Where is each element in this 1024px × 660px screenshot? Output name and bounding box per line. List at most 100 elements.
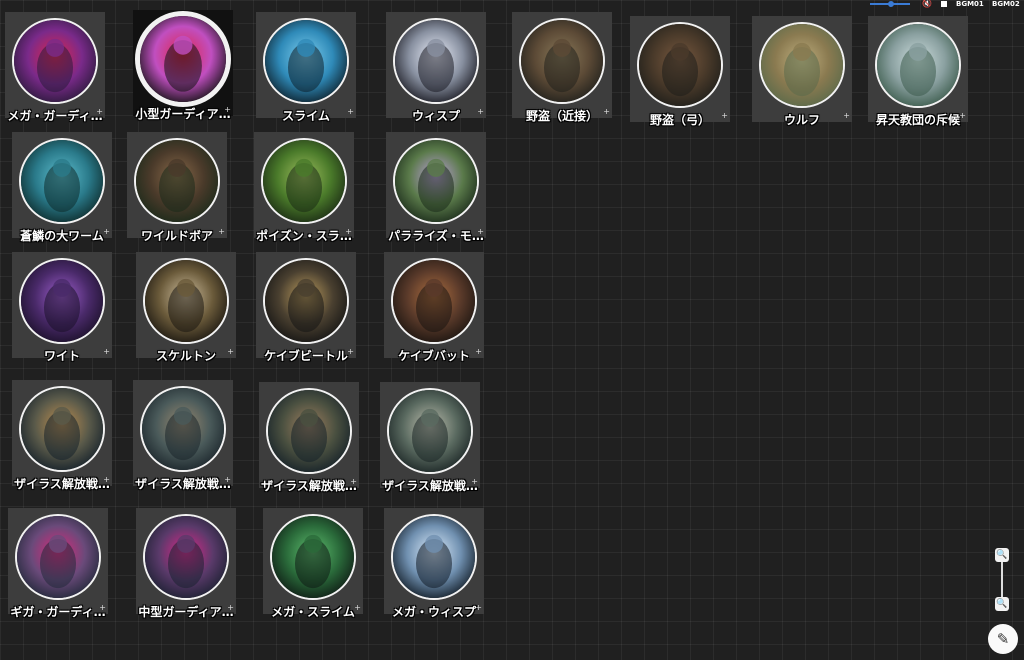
bgm-button-1[interactable]: BGM01 bbox=[956, 0, 984, 8]
token-label: ザイラス解放戦… bbox=[14, 477, 110, 491]
token-add-icon[interactable]: + bbox=[959, 112, 966, 120]
token-label: 野盗（弓） bbox=[649, 113, 710, 127]
token-label: メガ・ガーディ… bbox=[7, 109, 103, 123]
token-portrait bbox=[140, 386, 226, 472]
token-label: メガ・ウィスプ bbox=[391, 605, 476, 619]
token-label: 昇天教団の斥候 bbox=[875, 113, 960, 127]
token-label: ケイブバット bbox=[398, 349, 470, 363]
token-card[interactable]: メガ・ガーディ… + bbox=[5, 12, 105, 123]
token-add-icon[interactable]: + bbox=[721, 112, 728, 120]
token-portrait bbox=[15, 514, 101, 600]
volume-mute-icon[interactable]: 🔇 bbox=[922, 0, 932, 8]
bgm-button-2[interactable]: BGM02 bbox=[992, 0, 1020, 8]
token-card[interactable]: スライム + bbox=[256, 12, 356, 123]
token-card[interactable]: ケイブバット + bbox=[384, 252, 484, 363]
token-label: 野盗（近接） bbox=[525, 109, 598, 123]
token-portrait bbox=[270, 514, 356, 600]
token-card[interactable]: 蒼鱗の大ワーム + bbox=[12, 132, 112, 243]
zoom-slider[interactable] bbox=[1001, 562, 1003, 598]
pencil-icon: ✎ bbox=[996, 630, 1010, 648]
token-portrait bbox=[759, 22, 845, 108]
token-card[interactable]: 昇天教団の斥候 + bbox=[868, 16, 968, 127]
token-add-icon[interactable]: + bbox=[843, 112, 850, 120]
token-portrait bbox=[875, 22, 961, 108]
zoom-in-icon[interactable]: 🔍 bbox=[995, 548, 1009, 562]
token-card[interactable]: ザイラス解放戦… + bbox=[12, 380, 112, 491]
token-portrait bbox=[393, 18, 479, 104]
token-portrait bbox=[143, 258, 229, 344]
token-card[interactable]: スケルトン + bbox=[136, 252, 236, 363]
token-add-icon[interactable]: + bbox=[477, 228, 484, 236]
volume-knob[interactable] bbox=[888, 1, 894, 7]
token-label: ザイラス解放戦… bbox=[261, 479, 357, 493]
token-label: スケルトン bbox=[155, 349, 216, 363]
token-add-icon[interactable]: + bbox=[218, 228, 225, 236]
token-add-icon[interactable]: + bbox=[475, 604, 482, 612]
token-portrait bbox=[134, 138, 220, 224]
token-portrait bbox=[391, 514, 477, 600]
token-card[interactable]: ケイブビートル + bbox=[256, 252, 356, 363]
token-add-icon[interactable]: + bbox=[227, 604, 234, 612]
token-card[interactable]: ザイラス解放戦… + bbox=[380, 382, 480, 493]
token-card[interactable]: ギガ・ガーディ… + bbox=[8, 508, 108, 619]
token-add-icon[interactable]: + bbox=[471, 478, 478, 486]
zoom-out-icon[interactable]: 🔍 bbox=[995, 597, 1009, 611]
token-card[interactable]: ワイト + bbox=[12, 252, 112, 363]
token-portrait bbox=[19, 386, 105, 472]
token-add-icon[interactable]: + bbox=[227, 348, 234, 356]
token-label: ケイブビートル bbox=[264, 349, 348, 363]
token-portrait bbox=[263, 258, 349, 344]
token-label: 小型ガーディア… bbox=[135, 107, 231, 121]
token-portrait bbox=[19, 138, 105, 224]
stop-icon[interactable] bbox=[941, 1, 947, 7]
token-add-icon[interactable]: + bbox=[347, 108, 354, 116]
token-card[interactable]: 野盗（近接） + bbox=[512, 12, 612, 123]
token-add-icon[interactable]: + bbox=[475, 348, 482, 356]
token-label: パラライズ・モ… bbox=[388, 229, 484, 243]
token-portrait bbox=[266, 388, 352, 474]
token-card[interactable]: ウィスプ + bbox=[386, 12, 486, 123]
token-add-icon[interactable]: + bbox=[103, 228, 110, 236]
token-portrait bbox=[387, 388, 473, 474]
token-label: ポイズン・スラ… bbox=[256, 229, 352, 243]
token-portrait bbox=[391, 258, 477, 344]
token-add-icon[interactable]: + bbox=[603, 108, 610, 116]
token-add-icon[interactable]: + bbox=[99, 604, 106, 612]
token-card[interactable]: ザイラス解放戦… + bbox=[259, 382, 359, 493]
token-label: ギガ・ガーディ… bbox=[10, 605, 106, 619]
token-add-icon[interactable]: + bbox=[103, 476, 110, 484]
token-portrait bbox=[519, 18, 605, 104]
token-card[interactable]: ワイルドボア + bbox=[127, 132, 227, 243]
token-label: ワイルドボア bbox=[140, 229, 213, 243]
token-card[interactable]: 野盗（弓） + bbox=[630, 16, 730, 127]
token-portrait bbox=[263, 18, 349, 104]
token-add-icon[interactable]: + bbox=[103, 348, 110, 356]
token-label: スライム bbox=[282, 109, 330, 123]
token-card[interactable]: メガ・スライム + bbox=[263, 508, 363, 619]
token-portrait bbox=[19, 258, 105, 344]
token-label: ワイト bbox=[43, 349, 80, 363]
token-add-icon[interactable]: + bbox=[350, 478, 357, 486]
token-label: ウルフ bbox=[783, 113, 820, 127]
token-card[interactable]: パラライズ・モ… + bbox=[386, 132, 486, 243]
token-add-icon[interactable]: + bbox=[347, 348, 354, 356]
token-add-icon[interactable]: + bbox=[345, 228, 352, 236]
token-add-icon[interactable]: + bbox=[224, 476, 231, 484]
token-add-icon[interactable]: + bbox=[224, 106, 231, 114]
token-card[interactable]: ザイラス解放戦… + bbox=[133, 380, 233, 491]
token-portrait bbox=[135, 11, 231, 107]
token-add-icon[interactable]: + bbox=[96, 108, 103, 116]
token-label: 中型ガーディア… bbox=[138, 605, 234, 619]
token-add-icon[interactable]: + bbox=[477, 108, 484, 116]
token-label: ウィスプ bbox=[411, 109, 460, 123]
edit-button[interactable]: ✎ bbox=[988, 624, 1018, 654]
token-card[interactable]: メガ・ウィスプ + bbox=[384, 508, 484, 619]
token-add-icon[interactable]: + bbox=[354, 604, 361, 612]
token-card[interactable]: 小型ガーディア… + bbox=[133, 10, 233, 121]
token-card[interactable]: 中型ガーディア… + bbox=[136, 508, 236, 619]
token-portrait bbox=[261, 138, 347, 224]
token-portrait bbox=[637, 22, 723, 108]
token-label: メガ・スライム bbox=[271, 605, 355, 619]
token-card[interactable]: ウルフ + bbox=[752, 16, 852, 127]
token-card[interactable]: ポイズン・スラ… + bbox=[254, 132, 354, 243]
